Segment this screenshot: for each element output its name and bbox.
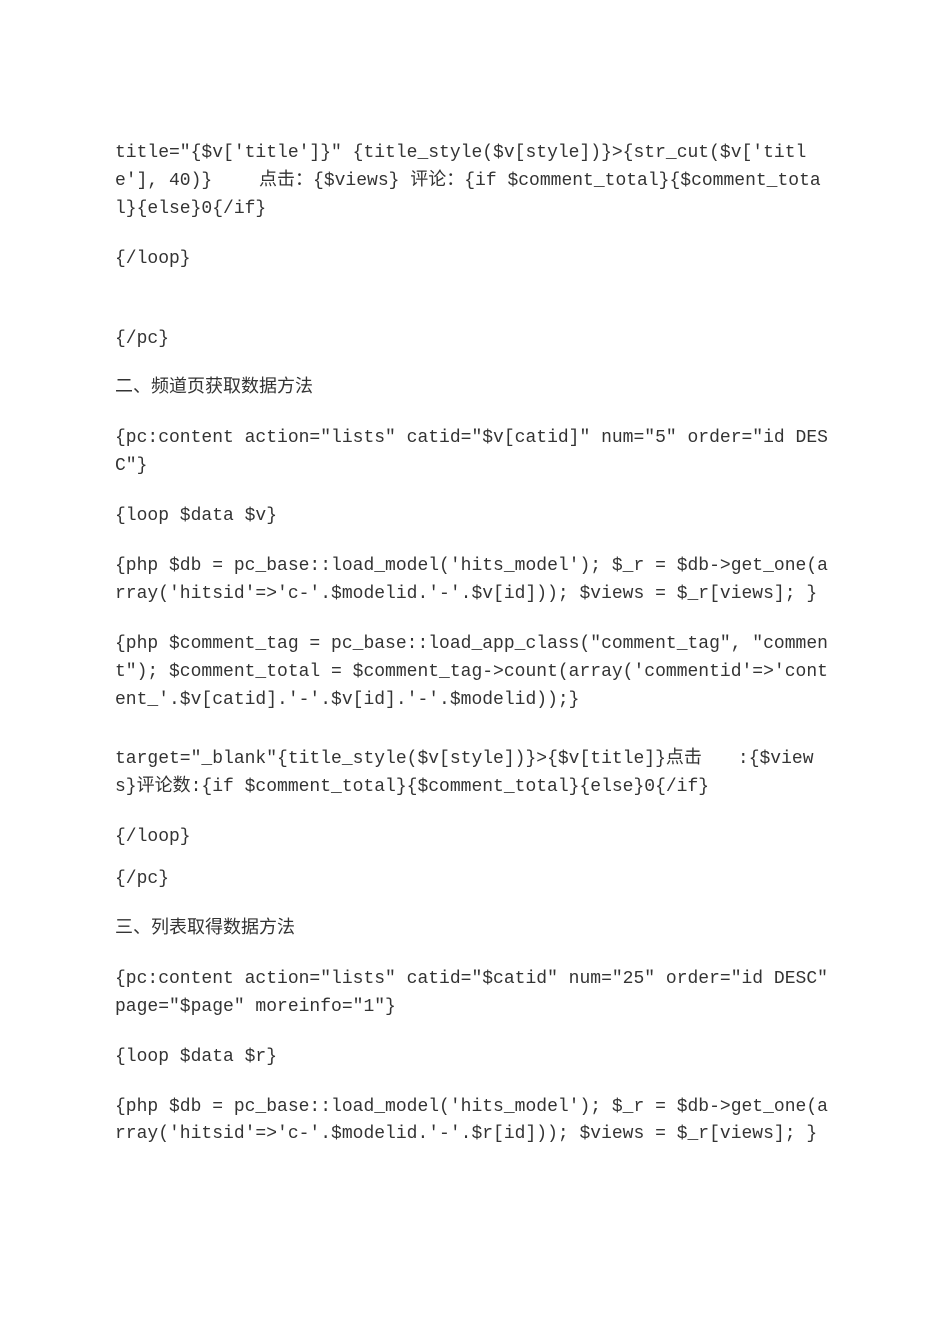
document-page: title="{$v['title']}" {title_style($v[st…: [0, 0, 945, 1337]
code-paragraph: {/loop}: [115, 824, 830, 852]
code-paragraph: title="{$v['title']}" {title_style($v[st…: [115, 140, 830, 224]
code-paragraph: {pc:content action="lists" catid="$v[cat…: [115, 425, 830, 481]
code-paragraph: {loop $data $r}: [115, 1044, 830, 1072]
section-heading-2: 二、频道页获取数据方法: [115, 375, 830, 403]
section-heading-3: 三、列表取得数据方法: [115, 916, 830, 944]
code-paragraph: target="_blank"{title_style($v[style])}>…: [115, 746, 830, 802]
code-paragraph: {/loop}: [115, 246, 830, 274]
code-paragraph: {pc:content action="lists" catid="$catid…: [115, 966, 830, 1022]
code-paragraph: {loop $data $v}: [115, 503, 830, 531]
code-paragraph: {/pc}: [115, 326, 830, 354]
code-paragraph: {php $db = pc_base::load_model('hits_mod…: [115, 1094, 830, 1150]
code-paragraph: {php $comment_tag = pc_base::load_app_cl…: [115, 631, 830, 715]
code-paragraph: {/pc}: [115, 866, 830, 894]
code-paragraph: {php $db = pc_base::load_model('hits_mod…: [115, 553, 830, 609]
